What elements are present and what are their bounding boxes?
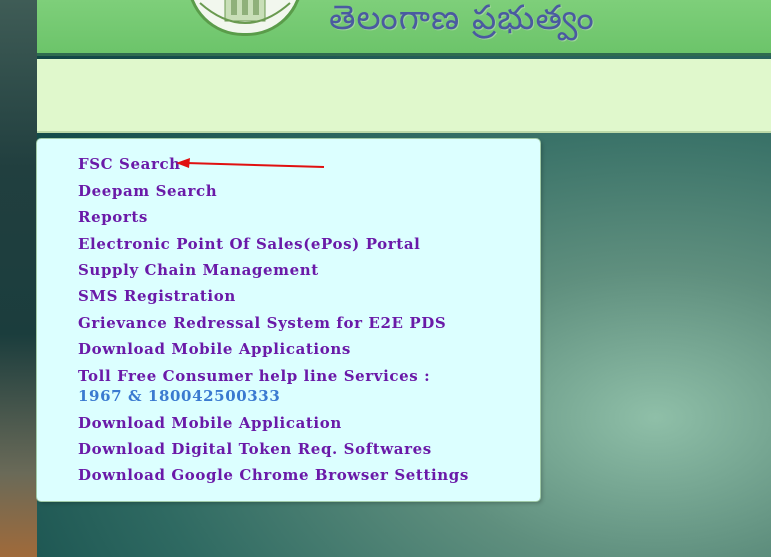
header-banner: తెలంగాణ ప్రభుత్వం (37, 0, 771, 56)
telangana-emblem-icon (187, 0, 303, 36)
menu-item-label[interactable]: Download Digital Token Req. Softwares (78, 440, 432, 458)
menu-item-deepam-search[interactable]: Deepam Search (78, 181, 498, 201)
menu-item-download-mobile-app[interactable]: Download Mobile Application (78, 413, 498, 433)
menu-item-label[interactable]: Download Mobile Applications (78, 340, 351, 358)
page-title: తెలంగాణ ప్రభుత్వం (329, 0, 595, 38)
menu-item-supply-chain[interactable]: Supply Chain Management (78, 260, 498, 280)
menu-item-label[interactable]: Supply Chain Management (78, 261, 319, 279)
menu-item-label[interactable]: Deepam Search (78, 182, 217, 200)
menu-item-grievance[interactable]: Grievance Redressal System for E2E PDS (78, 313, 498, 333)
menu-item-digital-token[interactable]: Download Digital Token Req. Softwares (78, 439, 498, 459)
red-arrow-icon (176, 158, 325, 168)
menu-item-chrome-settings[interactable]: Download Google Chrome Browser Settings (78, 465, 498, 485)
menu-item-label[interactable]: Grievance Redressal System for E2E PDS (78, 314, 446, 332)
menu-item-toll-free[interactable]: Toll Free Consumer help line Services : … (78, 366, 458, 406)
menu-item-label[interactable]: Electronic Point Of Sales(ePos) Portal (78, 235, 420, 253)
menu-item-reports[interactable]: Reports (78, 207, 498, 227)
menu-item-label[interactable]: Reports (78, 208, 148, 226)
menu-item-label[interactable]: Download Google Chrome Browser Settings (78, 466, 469, 484)
menu-item-epos-portal[interactable]: Electronic Point Of Sales(ePos) Portal (78, 234, 498, 254)
left-background-strip (0, 0, 37, 557)
menu-item-label[interactable]: Download Mobile Application (78, 414, 342, 432)
menu-item-download-mobile-apps[interactable]: Download Mobile Applications (78, 339, 498, 359)
helpline-numbers[interactable]: 1967 & 180042500333 (78, 387, 280, 405)
menu-item-label[interactable]: FSC Search (78, 155, 181, 173)
menu-item-label[interactable]: SMS Registration (78, 287, 236, 305)
menu-item-label[interactable]: Toll Free Consumer help line Services : (78, 367, 430, 385)
sub-banner (37, 59, 771, 133)
menu-item-sms-registration[interactable]: SMS Registration (78, 286, 498, 306)
